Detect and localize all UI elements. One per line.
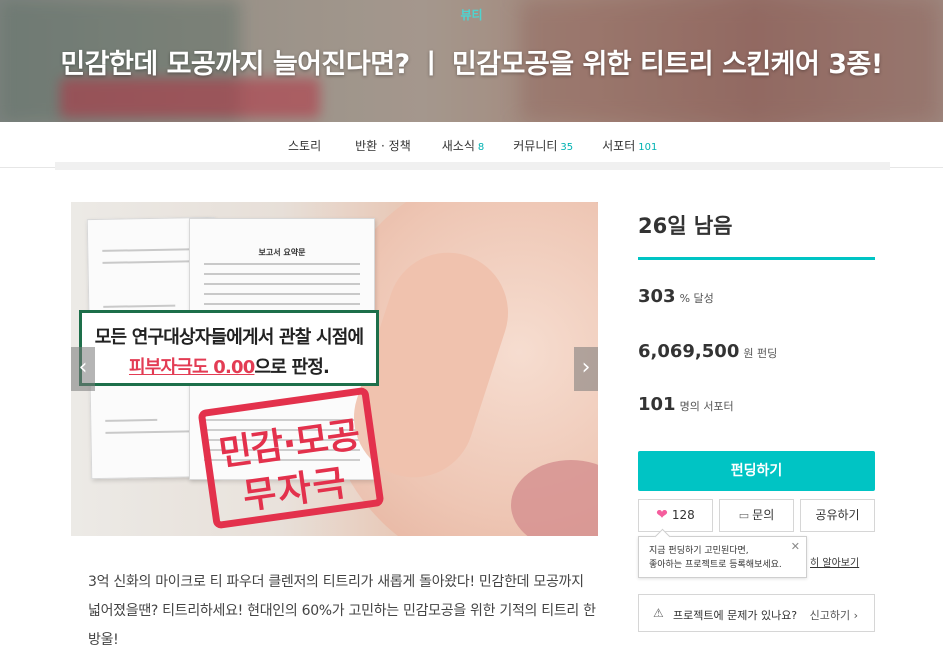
like-count: 128 xyxy=(671,508,695,522)
project-category[interactable]: 뷰티 xyxy=(0,6,943,23)
tab-story[interactable]: 스토리 xyxy=(288,137,321,154)
carousel-prev-button[interactable]: ‹ xyxy=(71,347,95,391)
chat-icon: ▭ xyxy=(738,509,750,522)
chevron-right-icon: › xyxy=(581,355,591,380)
carousel-next-button[interactable]: › xyxy=(574,347,598,391)
heart-icon: ❤ xyxy=(656,507,668,523)
funded-amount: 6,069,500 원 펀딩 xyxy=(638,341,778,362)
tab-news[interactable]: 새소식 8 xyxy=(442,137,485,154)
share-button[interactable]: 공유하기 xyxy=(800,499,875,532)
inquiry-button[interactable]: ▭ 문의 xyxy=(719,499,794,532)
chevron-left-icon: ‹ xyxy=(78,355,88,380)
learn-more-link[interactable]: 히 알아보기 xyxy=(810,554,859,569)
report-link[interactable]: 신고하기 › xyxy=(810,607,858,623)
tab-community-count: 35 xyxy=(560,142,574,153)
stamp-badge: 민감·모공 무자극 xyxy=(197,386,385,530)
like-tooltip: 지금 펀딩하기 고민된다면, 좋아하는 프로젝트로 등록해보세요. ✕ xyxy=(638,536,807,578)
nav-divider xyxy=(55,162,890,170)
project-hero: 뷰티 민감한데 모공까지 늘어진다면? ㅣ 민감모공을 위한 티트리 스킨케어 … xyxy=(0,0,943,122)
fund-button[interactable]: 펀딩하기 xyxy=(638,451,875,491)
siren-icon: ⚠ xyxy=(653,606,664,620)
report-box: ⚠ 프로젝트에 문제가 있나요? 신고하기 › xyxy=(638,594,875,632)
like-button[interactable]: ❤ 128 xyxy=(638,499,713,532)
project-title: 민감한데 모공까지 늘어진다면? ㅣ 민감모공을 위한 티트리 스킨케어 3종! xyxy=(60,49,883,80)
document-title: 보고서 요약문 xyxy=(258,248,306,257)
achieved-rate: 303% 달성 xyxy=(638,286,714,307)
tab-refund-policy[interactable]: 반환 · 정책 xyxy=(355,137,411,154)
callout-highlight: 피부자극도 0.00 xyxy=(128,357,255,378)
nav-tabs: 스토리 반환 · 정책 새소식 8 커뮤니티 35 서포터 101 xyxy=(288,137,657,154)
supporter-count: 101 명의 서포터 xyxy=(638,394,734,415)
tab-supporters-count: 101 xyxy=(638,142,658,153)
funding-progress-bar xyxy=(638,257,875,260)
report-question: 프로젝트에 문제가 있나요? xyxy=(673,609,798,622)
project-main-image[interactable]: 보고서 요약문 모든 연구대상자들에게서 관찰 시점에 피부자극도 0.00으로… xyxy=(71,202,598,536)
image-callout: 모든 연구대상자들에게서 관찰 시점에 피부자극도 0.00으로 판정. xyxy=(79,310,379,386)
project-summary: 3억 신화의 마이크로 티 파우더 클렌저의 티트리가 새롭게 돌아왔다! 민감… xyxy=(88,574,596,648)
tab-community[interactable]: 커뮤니티 35 xyxy=(513,137,573,154)
tab-news-count: 8 xyxy=(477,142,485,153)
close-icon[interactable]: ✕ xyxy=(791,540,800,554)
days-remaining: 26일 남음 xyxy=(638,214,733,238)
tab-supporters[interactable]: 서포터 101 xyxy=(602,137,657,154)
